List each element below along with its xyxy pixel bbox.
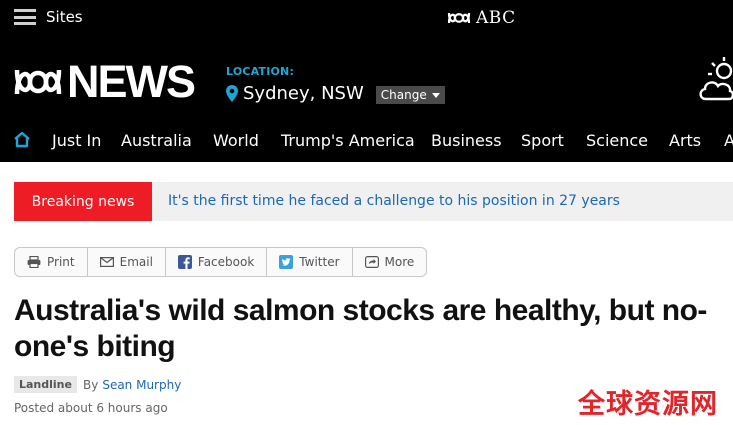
- abc-logo-link[interactable]: ABC: [446, 8, 516, 28]
- abc-wordmark: ABC: [476, 8, 516, 28]
- top-utility-bar: Sites ABC: [0, 0, 733, 37]
- map-pin-icon: [226, 84, 238, 102]
- sites-label: Sites: [46, 8, 83, 26]
- twitter-icon: [279, 255, 294, 269]
- nav-item-sport[interactable]: Sport: [521, 131, 564, 150]
- print-button[interactable]: Print: [15, 248, 88, 276]
- facebook-icon: [177, 255, 192, 269]
- share-toolbar: Print Email Facebook Twitter More: [14, 247, 428, 277]
- article-headline: Australia's wild salmon stocks are healt…: [14, 294, 707, 363]
- email-button[interactable]: Email: [88, 248, 166, 276]
- partly-cloudy-icon[interactable]: [694, 47, 733, 105]
- twitter-button[interactable]: Twitter: [267, 248, 353, 276]
- location-selector: LOCATION: Sydney, NSW Change: [226, 65, 445, 104]
- facebook-button[interactable]: Facebook: [166, 248, 268, 276]
- location-label: LOCATION:: [226, 65, 295, 78]
- more-label: More: [384, 255, 415, 269]
- nav-item-world[interactable]: World: [213, 131, 259, 150]
- breaking-news-link[interactable]: It's the first time he faced a challenge…: [168, 193, 620, 209]
- abc-news-logo[interactable]: NEWS: [12, 56, 196, 107]
- facebook-label: Facebook: [197, 255, 255, 269]
- posted-timestamp: Posted about 6 hours ago: [14, 401, 168, 415]
- chevron-down-icon: [431, 92, 440, 98]
- hamburger-icon: [14, 9, 36, 25]
- news-header: NEWS LOCATION: Sydney, NSW Change: [0, 37, 733, 123]
- breaking-news-banner: Breaking news It's the first time he fac…: [14, 182, 733, 221]
- nav-item-just-in[interactable]: Just In: [52, 131, 101, 150]
- location-name: Sydney, NSW: [243, 82, 364, 104]
- more-button[interactable]: More: [353, 248, 427, 276]
- byline-prefix: By: [82, 377, 99, 392]
- envelope-icon: [99, 257, 114, 267]
- print-label: Print: [47, 255, 75, 269]
- email-label: Email: [119, 255, 153, 269]
- breaking-news-label: Breaking news: [14, 182, 152, 221]
- abc-news-lissajous-icon: [14, 69, 62, 94]
- nav-item-arts[interactable]: Arts: [669, 131, 701, 150]
- program-tag[interactable]: Landline: [14, 376, 77, 393]
- printer-icon: [27, 256, 41, 268]
- watermark: 全球资源网: [578, 389, 718, 420]
- nav-item-australia[interactable]: Australia: [121, 131, 192, 150]
- change-location-button[interactable]: Change: [375, 86, 445, 104]
- home-icon[interactable]: [13, 131, 31, 148]
- nav-item-science[interactable]: Science: [586, 131, 648, 150]
- nav-item-overflow[interactable]: A: [724, 131, 733, 150]
- nav-item-trumps-america[interactable]: Trump's America: [281, 131, 415, 150]
- nav-item-business[interactable]: Business: [431, 131, 502, 150]
- abc-lissajous-icon: [447, 12, 471, 24]
- sites-menu-button[interactable]: Sites: [14, 8, 83, 26]
- twitter-label: Twitter: [299, 255, 340, 269]
- change-label: Change: [380, 88, 427, 102]
- author-link[interactable]: Sean Murphy: [102, 378, 181, 392]
- share-icon: [364, 256, 379, 268]
- main-nav: Just In Australia World Trump's America …: [0, 123, 733, 162]
- article-byline: Landline By Sean Murphy: [14, 376, 181, 393]
- news-wordmark: NEWS: [67, 56, 196, 107]
